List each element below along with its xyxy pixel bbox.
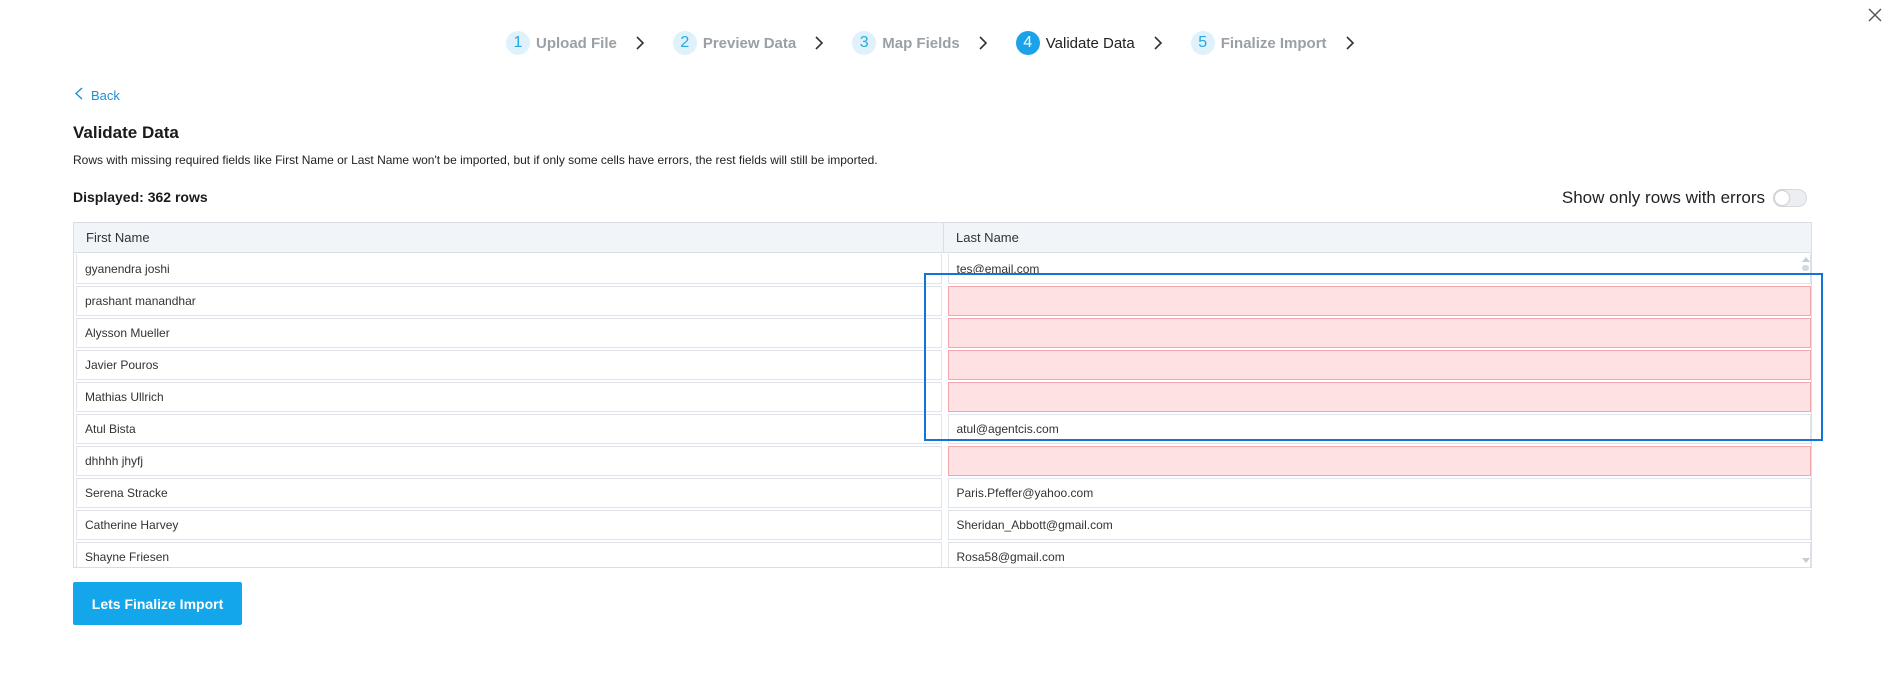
column-header-first-name[interactable]: First Name xyxy=(74,223,944,252)
first-name-cell[interactable]: dhhhh jhyfj xyxy=(76,446,942,476)
scroll-thumb[interactable] xyxy=(1802,265,1809,271)
chevron-right-icon xyxy=(635,36,645,50)
step-number: 2 xyxy=(672,31,697,55)
table-header: First Name Last Name xyxy=(74,223,1811,253)
table-row: Atul Bista atul@agentcis.com xyxy=(74,413,1811,445)
step-number: 3 xyxy=(852,31,877,55)
step-map-fields[interactable]: 3 Map Fields xyxy=(852,31,960,55)
first-name-cell[interactable]: prashant manandhar xyxy=(76,286,942,316)
first-name-cell[interactable]: Shayne Friesen xyxy=(76,542,942,567)
table-row: Shayne Friesen Rosa58@gmail.com xyxy=(74,541,1811,567)
close-icon[interactable] xyxy=(1866,6,1884,24)
chevron-left-icon xyxy=(74,87,91,103)
toggle-knob xyxy=(1775,191,1789,205)
last-name-cell-error[interactable] xyxy=(947,318,1811,348)
chevron-right-icon xyxy=(1345,36,1355,50)
back-link[interactable]: Back xyxy=(74,87,120,103)
table-row: prashant manandhar xyxy=(74,285,1811,317)
last-name-cell[interactable]: tes@email.com xyxy=(947,254,1811,284)
chevron-right-icon xyxy=(1153,36,1163,50)
displayed-rows-count: Displayed: 362 rows xyxy=(73,189,208,205)
first-name-cell[interactable]: Catherine Harvey xyxy=(76,510,942,540)
step-preview-data[interactable]: 2 Preview Data xyxy=(672,31,797,55)
last-name-cell-error[interactable] xyxy=(947,350,1811,380)
table-row: Javier Pouros xyxy=(74,349,1811,381)
first-name-cell[interactable]: gyanendra joshi xyxy=(76,254,942,284)
table-row: Mathias Ullrich xyxy=(74,381,1811,413)
last-name-cell[interactable]: Paris.Pfeffer@yahoo.com xyxy=(947,478,1811,508)
step-validate-data[interactable]: 4 Validate Data xyxy=(1015,31,1135,55)
chevron-right-icon xyxy=(814,36,824,50)
step-number: 1 xyxy=(506,31,530,55)
first-name-cell[interactable]: Mathias Ullrich xyxy=(76,382,942,412)
last-name-cell-error[interactable] xyxy=(947,446,1811,476)
table-row: dhhhh jhyfj xyxy=(74,445,1811,477)
first-name-cell[interactable]: Atul Bista xyxy=(76,414,942,444)
last-name-cell[interactable]: Sheridan_Abbott@gmail.com xyxy=(947,510,1811,540)
scroll-up-icon[interactable] xyxy=(1802,257,1810,262)
table-row: gyanendra joshi tes@email.com xyxy=(74,253,1811,285)
first-name-cell[interactable]: Serena Stracke xyxy=(76,478,942,508)
show-errors-toggle-group: Show only rows with errors xyxy=(1562,188,1807,208)
page-title: Validate Data xyxy=(73,123,179,142)
finalize-import-button[interactable]: Lets Finalize Import xyxy=(73,582,242,625)
last-name-cell-error[interactable] xyxy=(947,382,1811,412)
table-row: Alysson Mueller xyxy=(74,317,1811,349)
last-name-cell-error[interactable] xyxy=(947,286,1811,316)
last-name-cell[interactable]: atul@agentcis.com xyxy=(947,414,1811,444)
show-errors-label: Show only rows with errors xyxy=(1561,188,1765,207)
step-label: Finalize Import xyxy=(1220,34,1327,52)
chevron-right-icon xyxy=(978,36,988,50)
step-label: Upload File xyxy=(536,34,617,52)
page-description: Rows with missing required fields like F… xyxy=(73,153,878,167)
step-label: Validate Data xyxy=(1045,34,1135,52)
column-header-last-name[interactable]: Last Name xyxy=(944,223,1811,252)
step-number: 4 xyxy=(1015,31,1040,55)
validation-table: First Name Last Name gyanendra joshi tes@… xyxy=(73,222,1812,568)
table-row: Serena Stracke Paris.Pfeffer@yahoo.com xyxy=(74,477,1811,509)
back-label: Back xyxy=(91,87,120,103)
last-name-cell[interactable]: Rosa58@gmail.com xyxy=(947,542,1811,567)
scroll-down-icon[interactable] xyxy=(1802,558,1810,563)
step-label: Map Fields xyxy=(882,34,960,52)
table-body: gyanendra joshi tes@email.com prashant man… xyxy=(74,253,1811,567)
step-finalize-import[interactable]: 5 Finalize Import xyxy=(1190,31,1327,55)
step-label: Preview Data xyxy=(702,34,797,52)
table-row: Catherine Harvey Sheridan_Abbott@gmail.co… xyxy=(74,509,1811,541)
step-number: 5 xyxy=(1190,31,1215,55)
first-name-cell[interactable]: Alysson Mueller xyxy=(76,318,942,348)
first-name-cell[interactable]: Javier Pouros xyxy=(76,350,942,380)
table-scrollbar[interactable] xyxy=(1800,253,1811,567)
step-upload-file[interactable]: 1 Upload File xyxy=(506,31,617,55)
show-errors-toggle[interactable] xyxy=(1773,189,1807,207)
import-stepper: 1 Upload File 2 Preview Data 3 Map Field… xyxy=(506,28,1383,58)
